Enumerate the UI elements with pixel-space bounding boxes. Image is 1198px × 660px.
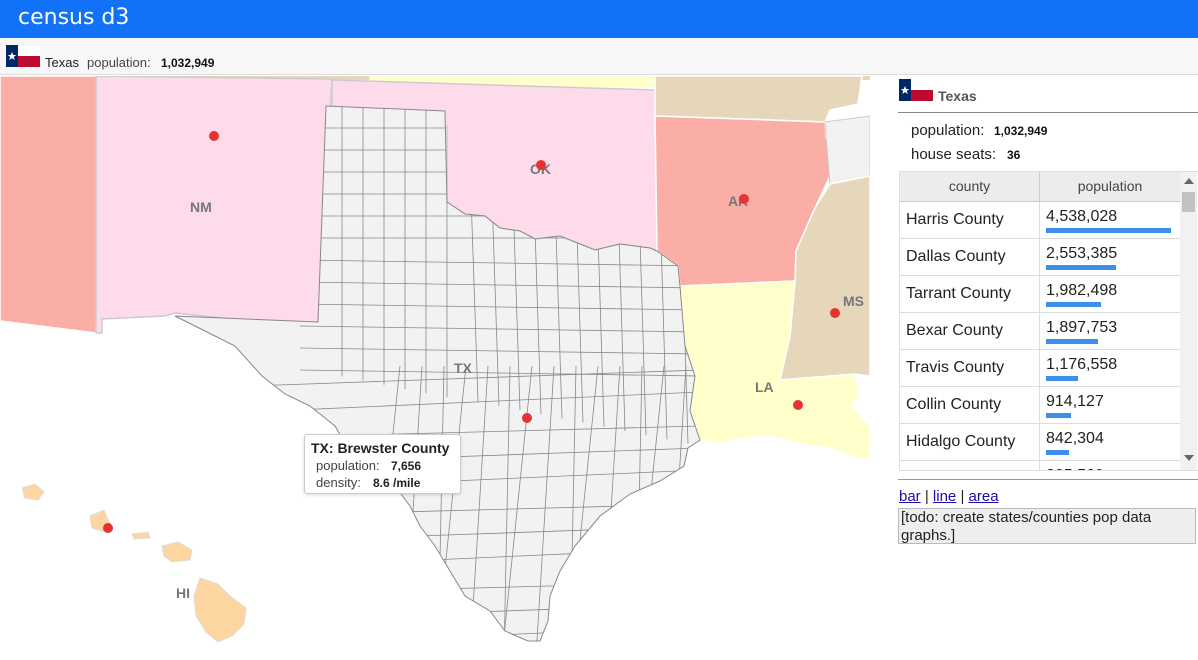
status-population-label: population: (87, 55, 151, 70)
status-population-value: 1,032,949 (161, 56, 215, 70)
county-table[interactable]: county population Harris County 4,538,028… (899, 171, 1198, 471)
table-row[interactable]: Dallas County 2,553,385 (900, 239, 1180, 276)
county-population-cell: 914,127 (1046, 393, 1104, 410)
table-row[interactable]: Harris County 4,538,028 (900, 202, 1180, 239)
panel-population-label: population: (911, 122, 985, 139)
link-separator: | (920, 488, 933, 505)
panel-divider (898, 112, 1198, 113)
county-name-cell: Bexar County (906, 322, 1003, 339)
link-bar[interactable]: bar (899, 488, 921, 505)
panel-house-seats-value: 36 (1007, 148, 1021, 162)
label-nm: NM (190, 199, 212, 215)
table-row[interactable]: Bexar County 1,897,753 (900, 313, 1180, 350)
map-canvas[interactable]: NM OK AR MS LA TX HI (0, 76, 870, 660)
county-population-cell: 1,897,753 (1046, 319, 1118, 336)
status-state-name: Texas (45, 55, 79, 70)
label-la: LA (755, 379, 774, 395)
state-arizona[interactable] (0, 76, 101, 334)
tooltip-population-value: 7,656 (391, 459, 422, 473)
cell-divider (1039, 276, 1040, 312)
table-row[interactable]: Tarrant County 1,982,498 (900, 276, 1180, 313)
county-name-cell: Travis County (906, 359, 1005, 376)
table-row[interactable]: Hidalgo County 842,304 (900, 424, 1180, 461)
county-name-cell: Collin County (906, 396, 1002, 413)
chart-type-links: bar | line | area (899, 488, 999, 505)
population-bar (1046, 376, 1078, 381)
table-row[interactable]: Collin County 914,127 (900, 387, 1180, 424)
county-name-cell: Harris County (906, 211, 1004, 228)
county-table-header: county population (900, 172, 1180, 202)
county-tooltip: TX: Brewster County population: 7,656 de… (304, 434, 461, 494)
column-header-county[interactable]: county (900, 172, 1040, 201)
texas-flag-icon (6, 45, 40, 67)
capital-marker-la[interactable] (793, 400, 803, 410)
county-population-cell: 4,538,028 (1046, 208, 1118, 225)
capital-marker-hi[interactable] (103, 523, 113, 533)
capital-marker-tx[interactable] (522, 413, 532, 423)
us-map[interactable]: NM OK AR MS LA TX HI (0, 76, 870, 660)
tooltip-density-label: density: (316, 475, 361, 490)
county-population-cell: 805,569 (1046, 467, 1104, 470)
capital-marker-ok[interactable] (536, 160, 546, 170)
capital-marker-ms[interactable] (830, 308, 840, 318)
population-bar (1046, 265, 1116, 270)
population-bar (1046, 339, 1098, 344)
label-tx: TX (454, 360, 473, 376)
cell-divider (1039, 239, 1040, 275)
population-bar (1046, 413, 1071, 418)
panel-divider-bottom (898, 479, 1198, 480)
population-bar (1046, 450, 1069, 455)
state-missouri[interactable] (654, 76, 863, 123)
app-title: census d3 (18, 5, 130, 30)
cell-divider (1039, 424, 1040, 460)
table-row[interactable]: 805,569 (900, 461, 1180, 470)
hawaii-kauai[interactable] (21, 483, 45, 501)
state-new-mexico[interactable] (95, 76, 333, 334)
app-header: census d3 (0, 0, 1198, 38)
table-row[interactable]: Travis County 1,176,558 (900, 350, 1180, 387)
hawaii-big-island[interactable] (193, 577, 247, 643)
tooltip-title: TX: Brewster County (311, 440, 450, 456)
scroll-up-arrow-icon[interactable] (1184, 178, 1194, 184)
cell-divider (1039, 387, 1040, 423)
hawaii-maui[interactable] (161, 541, 193, 563)
tooltip-population-label: population: (316, 458, 380, 473)
cell-divider (1039, 202, 1040, 238)
label-hi: HI (176, 585, 190, 601)
link-line[interactable]: line (933, 488, 956, 505)
link-area[interactable]: area (969, 488, 999, 505)
status-bar: Texas population: 1,032,949 (0, 38, 1198, 75)
county-table-body: Harris County 4,538,028 Dallas County 2,553… (900, 202, 1180, 470)
panel-state-name: Texas (938, 88, 977, 104)
population-bar (1046, 228, 1171, 233)
county-population-cell: 1,982,498 (1046, 282, 1118, 299)
population-bar (1046, 302, 1101, 307)
todo-note: [todo: create states/counties pop data g… (898, 508, 1196, 544)
county-name-cell: Hidalgo County (906, 433, 1016, 450)
scrollbar-thumb[interactable] (1182, 192, 1195, 212)
tooltip-density-value: 8.6 /mile (373, 476, 421, 490)
panel-population-value: 1,032,949 (994, 124, 1048, 138)
cell-divider (1039, 461, 1040, 470)
hawaii-molokai[interactable] (131, 531, 151, 540)
label-ms: MS (843, 293, 864, 309)
column-header-population[interactable]: population (1040, 172, 1180, 201)
scroll-down-arrow-icon[interactable] (1184, 455, 1194, 461)
link-separator: | (956, 488, 969, 505)
state-tennessee[interactable] (824, 115, 870, 185)
texas-flag-icon (899, 79, 933, 101)
county-population-cell: 1,176,558 (1046, 356, 1118, 373)
county-population-cell: 2,553,385 (1046, 245, 1118, 262)
county-population-cell: 842,304 (1046, 430, 1104, 447)
cell-divider (1039, 313, 1040, 349)
state-info-panel: Texas population: 1,032,949 house seats:… (898, 76, 1198, 660)
county-name-cell: Tarrant County (906, 285, 1011, 302)
capital-marker-nm[interactable] (209, 131, 219, 141)
cell-divider (1039, 350, 1040, 386)
capital-marker-ar[interactable] (739, 194, 749, 204)
panel-house-seats-label: house seats: (911, 146, 997, 163)
county-name-cell: Dallas County (906, 248, 1006, 265)
table-scrollbar[interactable] (1180, 172, 1197, 470)
